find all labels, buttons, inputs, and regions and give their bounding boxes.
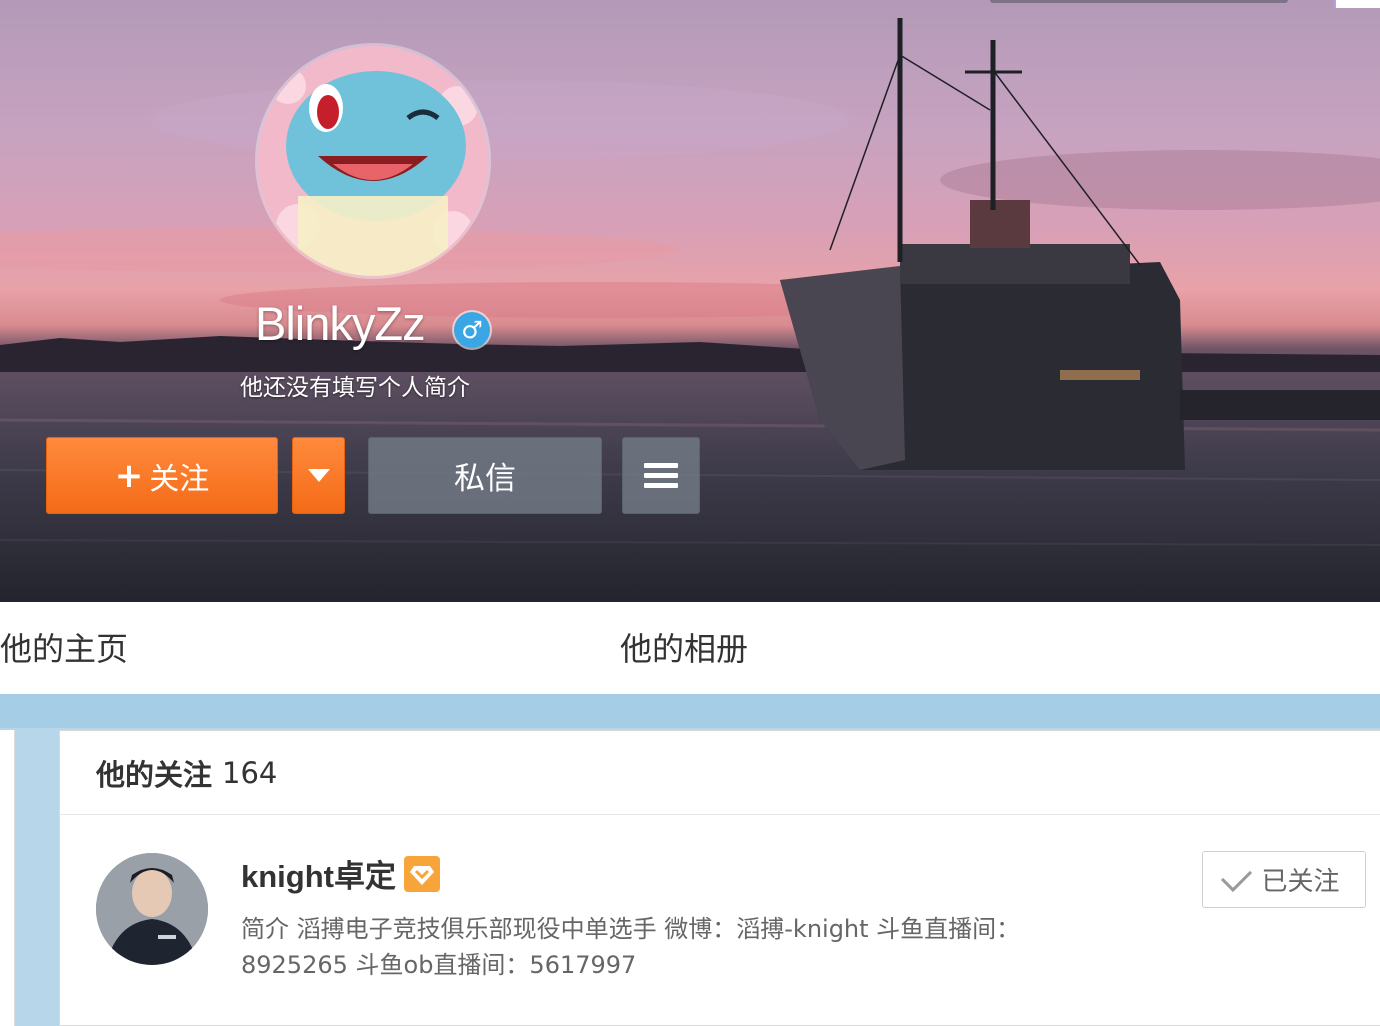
following-title: 他的关注 bbox=[96, 757, 213, 792]
tab-home[interactable]: 他的主页 bbox=[0, 624, 128, 670]
caret-down-icon bbox=[307, 469, 330, 482]
avatar[interactable] bbox=[96, 853, 208, 965]
squirtle-avatar-image bbox=[258, 46, 488, 276]
follow-button-label: 关注 bbox=[149, 461, 210, 497]
user-name[interactable]: knight卓定 bbox=[241, 851, 440, 896]
profile-tabs: 他的主页 他的相册 bbox=[0, 602, 1380, 695]
profile-avatar[interactable] bbox=[258, 46, 488, 276]
followed-button-label: 已关注 bbox=[1261, 867, 1340, 897]
left-sidebar-card bbox=[0, 730, 15, 1026]
following-count: 164 bbox=[222, 755, 278, 790]
corner-widget bbox=[1334, 0, 1380, 8]
male-gender-icon: ♂ bbox=[454, 312, 490, 348]
user-description: 简介 滔搏电子竞技俱乐部现役中单选手 微博：滔搏-knight 斗鱼直播间：89… bbox=[241, 915, 1021, 979]
follow-button[interactable]: + 关注 bbox=[46, 437, 278, 514]
tab-album[interactable]: 他的相册 bbox=[620, 624, 748, 670]
profile-cover: BlinkyZz ♂ 他还没有填写个人简介 + 关注 私信 bbox=[0, 0, 1380, 602]
following-header: 他的关注 164 bbox=[60, 731, 1380, 815]
check-icon bbox=[1221, 860, 1253, 893]
followed-button[interactable]: 已关注 bbox=[1202, 851, 1366, 908]
profile-username: BlinkyZz bbox=[255, 297, 426, 350]
plus-icon: + bbox=[114, 455, 144, 496]
user-name-text: knight卓定 bbox=[241, 859, 396, 894]
verified-badge-icon bbox=[404, 855, 440, 892]
more-menu-button[interactable] bbox=[622, 437, 700, 514]
list-item: knight卓定 简介 滔搏电子竞技俱乐部现役中单选手 微博：滔搏-knight… bbox=[60, 815, 1380, 1025]
hamburger-icon bbox=[644, 463, 678, 488]
follow-dropdown-button[interactable] bbox=[292, 437, 345, 514]
following-card: 他的关注 164 knight卓定 简介 滔搏电子竞技俱乐部现役中单选手 微博：… bbox=[59, 730, 1380, 1026]
message-button[interactable]: 私信 bbox=[368, 437, 602, 514]
user-avatar-image bbox=[96, 853, 208, 965]
top-bar-edge bbox=[990, 0, 1288, 3]
profile-bio: 他还没有填写个人简介 bbox=[240, 375, 470, 401]
